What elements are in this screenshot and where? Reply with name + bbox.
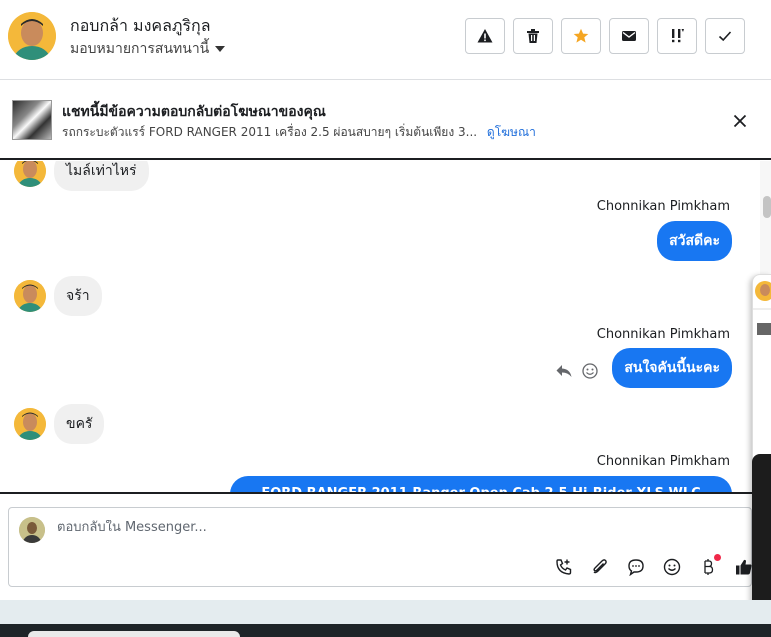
sender-name: Chonnikan Pimkham (596, 199, 730, 214)
delete-button[interactable] (513, 18, 553, 54)
thread-divider (0, 492, 752, 494)
contact-avatar[interactable] (8, 12, 56, 60)
react-smiley-icon[interactable] (582, 363, 598, 379)
chat-bubble-icon (628, 559, 644, 576)
outgoing-message-bubble[interactable]: FORD RANGER 2011 Ranger Open Cab 2.5 Hi-… (230, 476, 732, 493)
payment-button[interactable] (697, 554, 721, 578)
ad-thumbnail (12, 100, 52, 140)
sender-name: Chonnikan Pimkham (596, 327, 730, 342)
banner-ad-text: รถกระบะตัวแรร์ FORD RANGER 2011 เครื่อง … (62, 125, 478, 139)
message-bubble[interactable]: จร้า (54, 276, 102, 316)
contact-avatar (14, 280, 46, 312)
report-spam-button[interactable] (465, 18, 505, 54)
star-icon (573, 28, 589, 43)
conversation-header: กอบกล้า มงคลภูริกุล มอบหมายการสนทนานี้ (0, 0, 771, 80)
incoming-message: ไมล์เท่าไหร่ (14, 161, 149, 191)
contact-name[interactable]: กอบกล้า มงคลภูริกุล (70, 14, 211, 39)
move-to-follow-up-button[interactable] (657, 18, 697, 54)
assign-label: มอบหมายการสนทนานี้ (70, 41, 210, 57)
messenger-inbox: กอบกล้า มงคลภูริกุล มอบหมายการสนทนานี้ แ… (0, 0, 771, 637)
page-footer-strip (0, 600, 771, 624)
assign-conversation-dropdown[interactable]: มอบหมายการสนทนานี้ (70, 38, 226, 60)
outgoing-message-bubble[interactable]: สวัสดีคะ (657, 221, 732, 261)
incoming-message: ขครั (14, 404, 105, 444)
side-dark-panel (752, 454, 771, 608)
trash-icon (527, 29, 539, 43)
conversation-actions (465, 18, 745, 54)
smiley-icon (663, 558, 681, 576)
message-bubble[interactable]: ขครั (54, 404, 105, 444)
emoji-button[interactable] (661, 556, 683, 578)
thumbs-up-icon (736, 559, 752, 575)
view-ad-link[interactable]: ดูโฆษณา (487, 125, 536, 139)
reply-composer (8, 507, 752, 587)
check-icon (718, 31, 732, 42)
caret-down-icon (215, 46, 226, 52)
envelope-icon (622, 31, 636, 41)
paperclip-icon (593, 559, 607, 574)
ad-reply-banner: แชทนี้มีข้อความตอบกลับต่อโฆษณาของคุณ รถก… (0, 81, 771, 160)
mark-unread-button[interactable] (609, 18, 649, 54)
call-button[interactable] (553, 556, 575, 578)
baht-icon (704, 559, 714, 575)
side-panel-avatars (753, 281, 771, 338)
exclaim-icon (672, 29, 684, 43)
scrollbar-thumb[interactable] (763, 196, 771, 218)
message-bubble[interactable]: ไมล์เท่าไหร่ (54, 161, 149, 191)
message-thread[interactable]: ไมล์เท่าไหร่ Chonnikan Pimkham สวัสดีคะ … (0, 161, 752, 493)
page-avatar (19, 517, 45, 543)
reply-input[interactable] (57, 520, 657, 535)
composer-toolbar (553, 554, 755, 578)
warning-icon (477, 29, 493, 43)
message-hover-tools (556, 363, 598, 379)
phone-plus-icon (556, 559, 572, 575)
contact-avatar (14, 161, 46, 187)
contact-avatar (14, 408, 46, 440)
banner-title: แชทนี้มีข้อความตอบกลับต่อโฆษณาของคุณ (62, 104, 326, 120)
attach-button[interactable] (589, 556, 611, 578)
incoming-message: จร้า (14, 276, 102, 316)
star-button[interactable] (561, 18, 601, 54)
taskbar-search-box[interactable] (28, 631, 240, 637)
close-icon (733, 114, 747, 128)
sender-name: Chonnikan Pimkham (596, 454, 730, 469)
outgoing-message-bubble[interactable]: สนใจคันนี้นะคะ (612, 348, 732, 388)
banner-subtitle: รถกระบะตัวแรร์ FORD RANGER 2011 เครื่อง … (62, 123, 536, 142)
reply-icon[interactable] (556, 364, 572, 378)
mark-done-button[interactable] (705, 18, 745, 54)
notification-dot (714, 554, 721, 561)
close-banner-button[interactable] (730, 111, 750, 131)
saved-replies-button[interactable] (625, 556, 647, 578)
